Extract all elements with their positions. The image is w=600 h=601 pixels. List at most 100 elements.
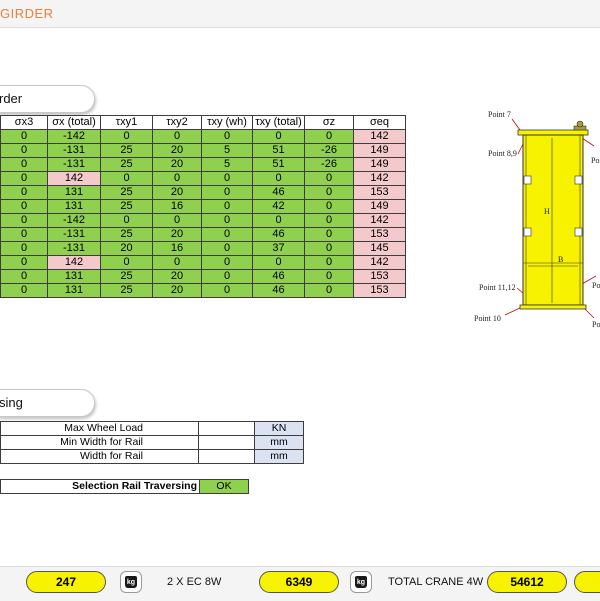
point-right-label: Po [592,281,600,290]
table-cell: 0 [100,171,153,186]
table-cell: -26 [304,157,354,172]
table-row: Selection Rail Traversing OK [0,479,249,494]
rail-label: Max Wheel Load [0,421,199,436]
table-cell: 37 [252,241,305,256]
table-row: 0 131 25 16 0 42 0 149 [0,199,406,214]
selection-status: OK [199,479,249,494]
table-cell: 131 [47,185,101,200]
table-row: 0 142 0 0 0 0 0 142 [0,171,406,186]
table-cell: 20 [152,157,202,172]
table-cell: 0 [100,255,153,270]
table-row: 0 -131 25 20 5 51 -26 149 [0,143,406,158]
col-header: τxy (total) [252,115,305,130]
table-cell: 25 [100,199,153,214]
col-header: σx3 [0,115,48,130]
table-cell: 142 [353,171,406,186]
table-cell: 0 [0,143,48,158]
table-cell: 0 [201,171,253,186]
table-cell: 0 [201,283,253,298]
title-bar: GIRDER [0,0,600,28]
table-cell: 0 [304,227,354,242]
table-row: 0 142 0 0 0 0 0 142 [0,255,406,270]
table-cell: 51 [252,143,305,158]
rail-value-input[interactable] [198,435,255,450]
table-row: 0 131 25 20 0 46 0 153 [0,283,406,298]
table-row: Max Wheel Load KN [0,421,304,436]
table-cell: 0 [304,283,354,298]
section-tab-girder[interactable]: rder [0,85,95,113]
table-cell: 145 [353,241,406,256]
kg-weight-icon: kg [120,571,142,593]
rail-unit: mm [254,435,304,450]
col-header: σz [304,115,354,130]
table-cell: 0 [201,241,253,256]
rail-value-input[interactable] [198,421,255,436]
table-cell: 0 [201,213,253,228]
table-cell: 131 [47,283,101,298]
table-row: Width for Rail mm [0,449,304,464]
point-7-label: Point 7 [488,110,511,119]
table-cell: 149 [353,143,406,158]
ec-value-box: 6349 [259,571,339,593]
section-tab-rail-traversing[interactable]: sing [0,389,95,417]
table-cell: 0 [152,213,202,228]
table-cell: 0 [304,213,354,228]
table-cell: 0 [0,129,48,144]
table-cell: 149 [353,199,406,214]
table-row: 0 131 25 20 0 46 0 153 [0,185,406,200]
table-row: 0 -131 25 20 5 51 -26 149 [0,157,406,172]
table-cell: 0 [252,129,305,144]
table-cell: 46 [252,283,305,298]
table-cell: 0 [304,241,354,256]
table-cell: 0 [0,255,48,270]
table-cell: 0 [0,157,48,172]
table-cell: 20 [100,241,153,256]
section-tab-label: sing [0,395,23,410]
point-11-12-label: Point 11,12 [479,283,516,292]
table-cell: 0 [0,185,48,200]
kg-icon-text: kg [355,576,367,588]
table-cell: 142 [353,255,406,270]
ec-value: 6349 [285,575,313,589]
table-header-row: σx3 σx (total) τxy1 τxy2 τxy (wh) τxy (t… [0,115,406,130]
table-cell: 0 [0,227,48,242]
table-cell: 153 [353,269,406,284]
table-cell: 0 [201,269,253,284]
selection-table: Selection Rail Traversing OK [0,479,249,494]
rail-value-input[interactable] [198,449,255,464]
point-8-9-label: Point 8,9 [488,149,517,158]
weight-value-box: 247 [26,571,106,593]
table-cell: 20 [152,185,202,200]
table-cell: 0 [152,171,202,186]
table-cell: 153 [353,227,406,242]
table-cell: 25 [100,269,153,284]
table-cell: -131 [47,227,101,242]
table-cell: 0 [152,129,202,144]
col-header: σeq [353,115,406,130]
table-cell: 153 [353,185,406,200]
table-cell: 20 [152,283,202,298]
table-cell: 20 [152,143,202,158]
total-crane-value-box: 54612 [487,571,567,593]
extra-value-box [574,571,600,593]
table-cell: 0 [0,213,48,228]
table-cell: 142 [47,171,101,186]
table-cell: 0 [252,255,305,270]
girder-cross-section-diagram: H B Point 7 Point 8,9 Point 11,12 Point … [474,110,600,329]
dim-b-label: B [558,255,563,264]
table-cell: 142 [353,213,406,228]
table-cell: 0 [201,227,253,242]
table-cell: 0 [304,171,354,186]
table-cell: 0 [304,199,354,214]
table-cell: 0 [304,269,354,284]
table-cell: -142 [47,129,101,144]
table-cell: 0 [201,185,253,200]
table-cell: 42 [252,199,305,214]
table-cell: 20 [152,227,202,242]
dim-h-label: H [544,207,550,216]
table-cell: 0 [304,185,354,200]
table-cell: -26 [304,143,354,158]
rail-unit: KN [254,421,304,436]
table-cell: 0 [304,255,354,270]
table-cell: -131 [47,143,101,158]
